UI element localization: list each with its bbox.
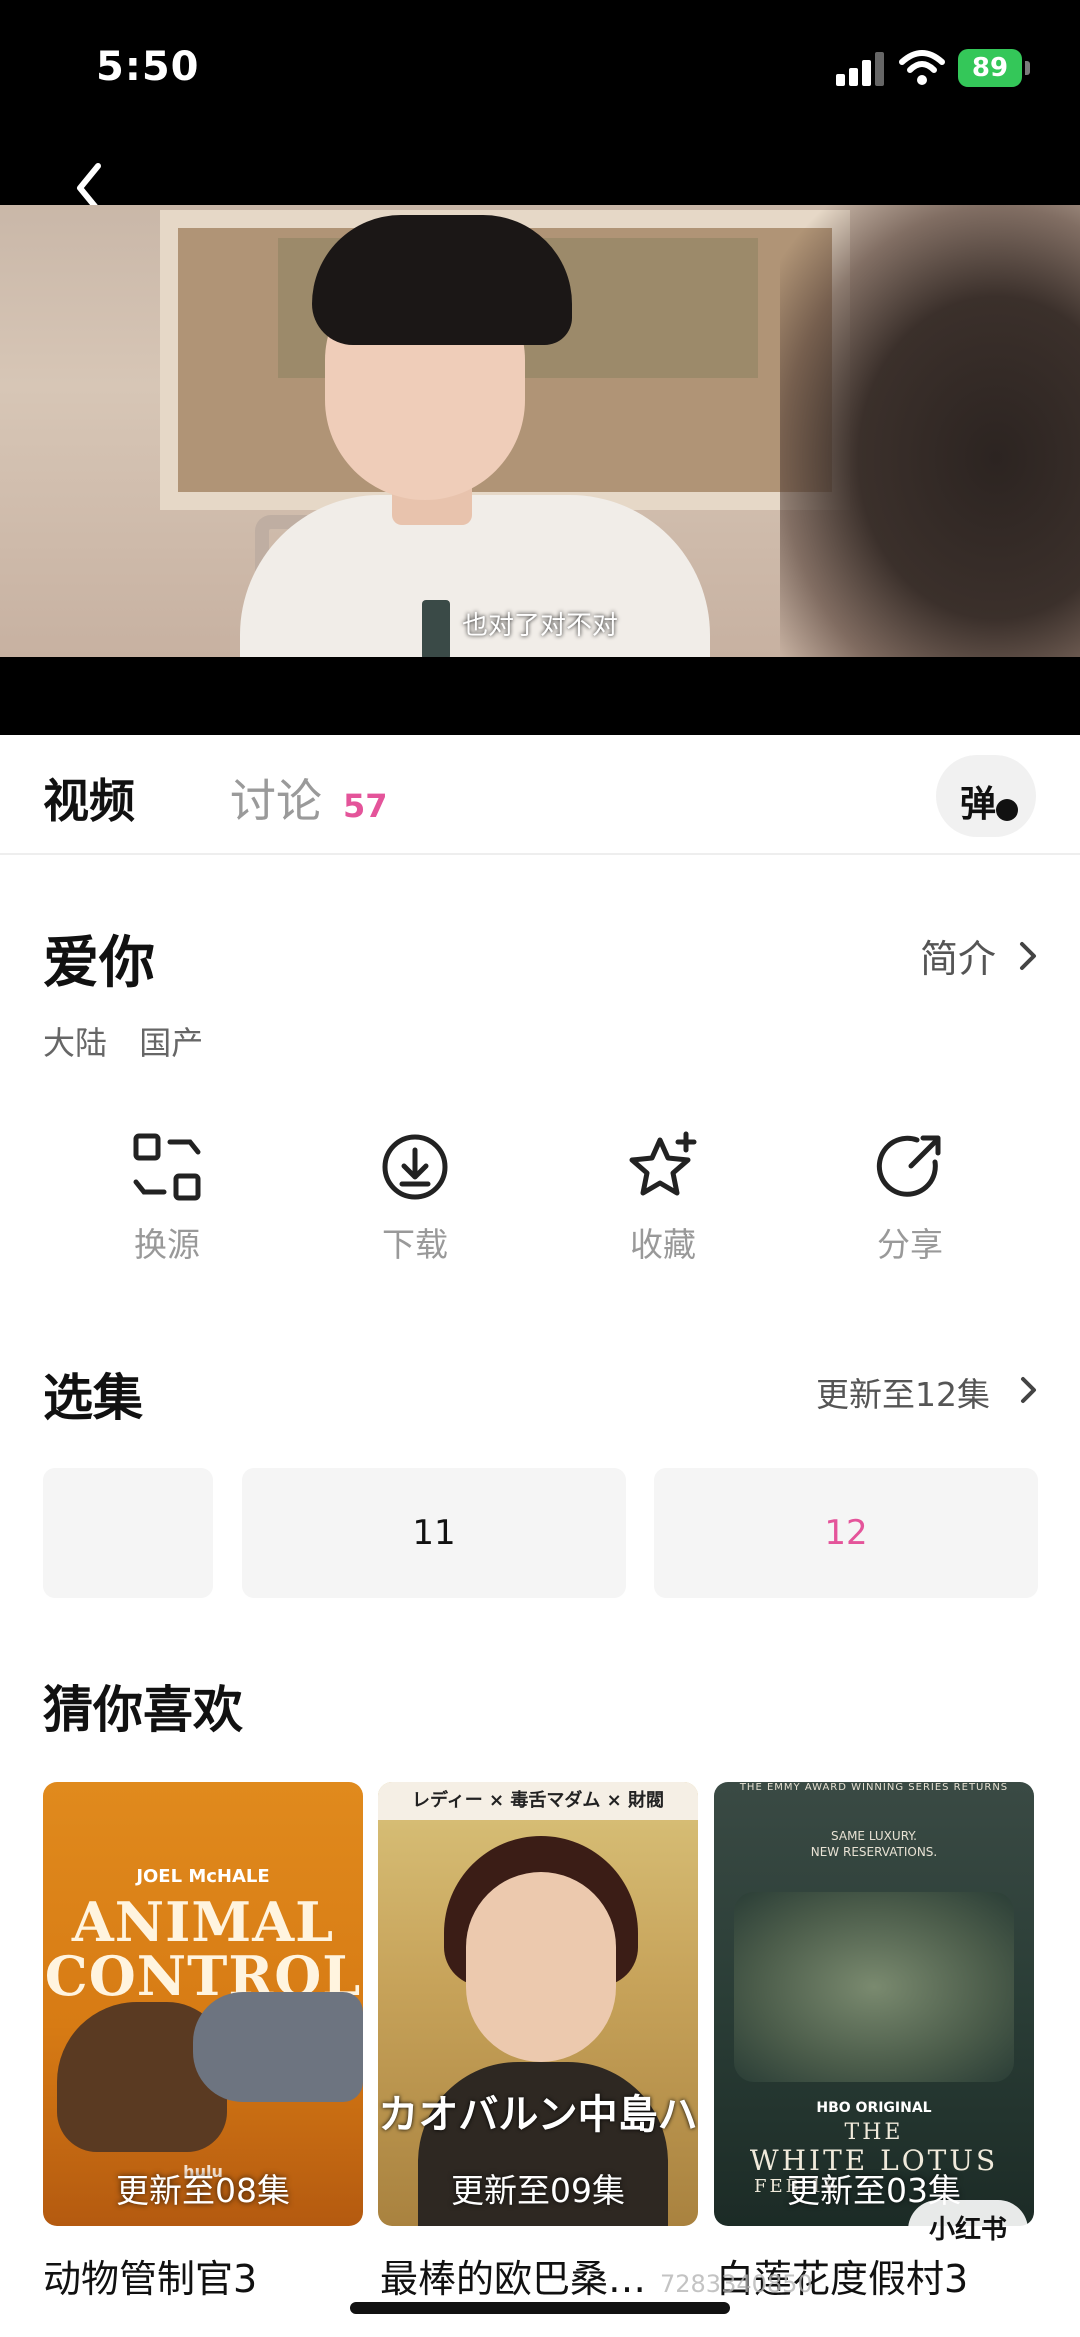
share-icon xyxy=(876,1135,941,1197)
recommend-title: 猜你喜欢 xyxy=(43,1681,243,1739)
recommend-item-title[interactable]: 动物管制官3 xyxy=(43,2248,373,2303)
discussion-count: 57 xyxy=(343,787,388,825)
download-icon xyxy=(382,1134,448,1200)
show-tags: 大陆 国产 xyxy=(43,1018,225,1064)
switch-source-button[interactable]: 换源 xyxy=(97,1130,237,1280)
show-title: 爱你 xyxy=(43,931,155,996)
episode-card-current[interactable]: 12 xyxy=(654,1468,1038,1598)
switch-source-icon xyxy=(133,1133,201,1201)
poster-sub1: SAME LUXURY. xyxy=(831,1829,917,1843)
video-subtitle: 也对了对不对 xyxy=(461,611,618,641)
danmaku-off-icon xyxy=(996,799,1018,821)
cellular-signal-icon xyxy=(836,52,886,86)
intro-link[interactable]: 简介 xyxy=(920,928,996,983)
cast-image xyxy=(734,1892,1014,2082)
watermark-logo: 小红书 xyxy=(908,2200,1028,2260)
actress-face xyxy=(466,1872,616,2062)
video-frame[interactable]: 也对了对不对 xyxy=(0,205,1080,657)
home-indicator[interactable] xyxy=(350,2302,730,2314)
tag-origin: 国产 xyxy=(139,1024,204,1062)
chevron-right-icon[interactable] xyxy=(1014,938,1042,974)
poster-obasan[interactable]: レディー × 毒舌マダム × 財閥 カオバルン中島ハ 更新至09集 xyxy=(378,1782,698,2226)
cast-image xyxy=(193,1992,363,2102)
poster-white-lotus[interactable]: THE EMMY AWARD WINNING SERIES RETURNS SA… xyxy=(714,1782,1034,2226)
poster-sub2: NEW RESERVATIONS. xyxy=(810,1845,938,1859)
update-badge: 更新至09集 xyxy=(451,2171,625,2210)
favorite-button[interactable]: 收藏 xyxy=(593,1130,733,1280)
chevron-right-icon[interactable] xyxy=(1016,1374,1040,1406)
poster-animal-control[interactable]: JOEL McHALE ANIMAL CONTROL hulu 更新至08集 xyxy=(43,1782,363,2226)
download-label: 下载 xyxy=(382,1225,448,1264)
poster-main-text: カオバルン中島ハ xyxy=(378,2092,698,2138)
update-badge: 更新至08集 xyxy=(116,2171,290,2210)
wifi-icon xyxy=(899,50,945,85)
poster-topbar: レディー × 毒舌マダム × 財閥 xyxy=(378,1782,698,1820)
poster-tagline: THE EMMY AWARD WINNING SERIES RETURNS xyxy=(739,1782,1009,1793)
episodes-update-link[interactable]: 更新至12集 xyxy=(816,1368,990,1416)
battery-level: 89 xyxy=(958,49,1022,87)
watermark-id: 7283340850 xyxy=(660,2270,813,2298)
share-label: 分享 xyxy=(877,1225,943,1264)
episodes-title: 选集 xyxy=(43,1369,143,1427)
favorite-label: 收藏 xyxy=(630,1225,696,1264)
download-button[interactable]: 下载 xyxy=(345,1130,485,1280)
episode-card[interactable] xyxy=(43,1468,213,1598)
danmaku-label: 弹 xyxy=(960,784,997,825)
tab-bar: 视频 讨论 57 弹 xyxy=(0,735,1080,855)
poster-line1: THE xyxy=(844,2120,904,2145)
battery-icon: 89 xyxy=(958,49,1030,87)
poster-hbo: HBO ORIGINAL xyxy=(816,2100,932,2116)
poster-actor: JOEL McHALE xyxy=(136,1866,270,1887)
status-bar: 5:50 89 xyxy=(0,0,1080,140)
share-button[interactable]: 分享 xyxy=(840,1130,980,1280)
foreground-blur xyxy=(780,205,1080,657)
tag-region: 大陆 xyxy=(43,1024,108,1062)
switch-source-label: 换源 xyxy=(134,1225,200,1264)
tab-discussion[interactable]: 讨论 xyxy=(230,765,322,831)
danmaku-toggle-button[interactable]: 弹 xyxy=(936,755,1036,837)
episode-card[interactable]: 11 xyxy=(242,1468,626,1598)
favorite-star-icon xyxy=(629,1131,697,1196)
tab-video[interactable]: 视频 xyxy=(43,765,135,831)
status-time: 5:50 xyxy=(96,44,200,90)
